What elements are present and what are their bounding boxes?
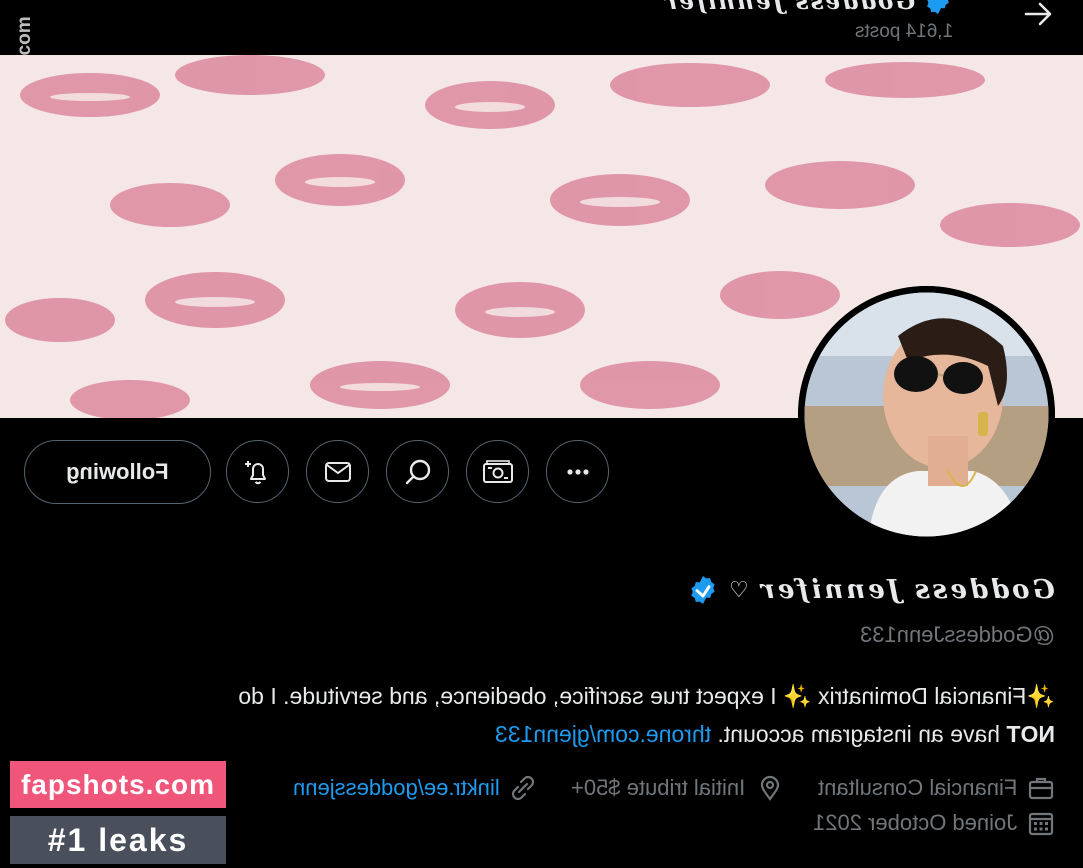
location-pin-icon xyxy=(760,775,779,801)
verified-icon xyxy=(690,576,715,604)
handle: @GoddessJenn133 xyxy=(860,622,1055,647)
name-row: ♡ Goddess Jennifer xyxy=(687,574,1055,606)
watermark-site: fapshots.com xyxy=(10,761,226,808)
heart-icon: ♡ xyxy=(728,577,749,603)
message-button[interactable] xyxy=(306,440,369,503)
search-icon xyxy=(405,459,430,484)
meta-row-1: linktr.ee/goddessjenn Initial tribute $5… xyxy=(293,774,1055,802)
verified-icon xyxy=(927,0,949,15)
briefcase-icon xyxy=(1028,777,1054,800)
money-icon xyxy=(482,459,513,483)
avatar[interactable] xyxy=(798,286,1055,543)
following-label: Following xyxy=(66,459,169,484)
website-link[interactable]: linktr.ee/goddessjenn xyxy=(293,775,500,801)
bio-link[interactable]: throne.com/gjenn133 xyxy=(495,721,711,747)
avatar-image xyxy=(798,286,1055,543)
following-button[interactable]: Following xyxy=(24,440,211,504)
envelope-icon xyxy=(324,461,351,482)
profile-page: Goddess Jennifer 1,614 posts openingbook… xyxy=(0,0,1083,868)
top-title-group: Goddess Jennifer xyxy=(663,0,953,16)
bio-line-1: ✨Financial Dominatrix ✨ I expect true sa… xyxy=(238,683,1055,709)
search-button[interactable] xyxy=(386,440,449,503)
bio-strong: NOT xyxy=(1006,721,1055,747)
link-icon xyxy=(512,775,535,801)
more-icon xyxy=(566,468,589,475)
location-text: Initial tribute $50+ xyxy=(571,775,746,800)
notifications-button[interactable] xyxy=(226,440,289,503)
display-name: Goddess Jennifer xyxy=(758,575,1055,605)
back-button[interactable] xyxy=(1019,0,1059,28)
posts-count: 1,614 posts xyxy=(854,21,953,42)
profession-text: Financial Consultant xyxy=(817,775,1017,800)
bio-line-2: NOT have an instagram account. throne.co… xyxy=(55,715,1055,753)
bell-plus-icon xyxy=(244,460,266,484)
calendar-icon xyxy=(1028,812,1054,836)
more-button[interactable] xyxy=(546,440,609,503)
top-title: Goddess Jennifer xyxy=(662,0,915,15)
arrow-icon xyxy=(1024,2,1052,26)
watermark-badge: fapshots.com #1 leaks xyxy=(10,761,226,864)
meta-row-2: Joined October 2021 xyxy=(813,809,1055,837)
watermark-tagline: #1 leaks xyxy=(10,816,226,864)
joined-text: Joined October 2021 xyxy=(812,810,1017,835)
bio-text: have an instagram account. xyxy=(717,721,1001,747)
subscribe-button[interactable] xyxy=(466,440,529,503)
bio: ✨Financial Dominatrix ✨ I expect true sa… xyxy=(55,677,1055,753)
top-bar: Goddess Jennifer 1,614 posts openingbook… xyxy=(0,0,1083,180)
